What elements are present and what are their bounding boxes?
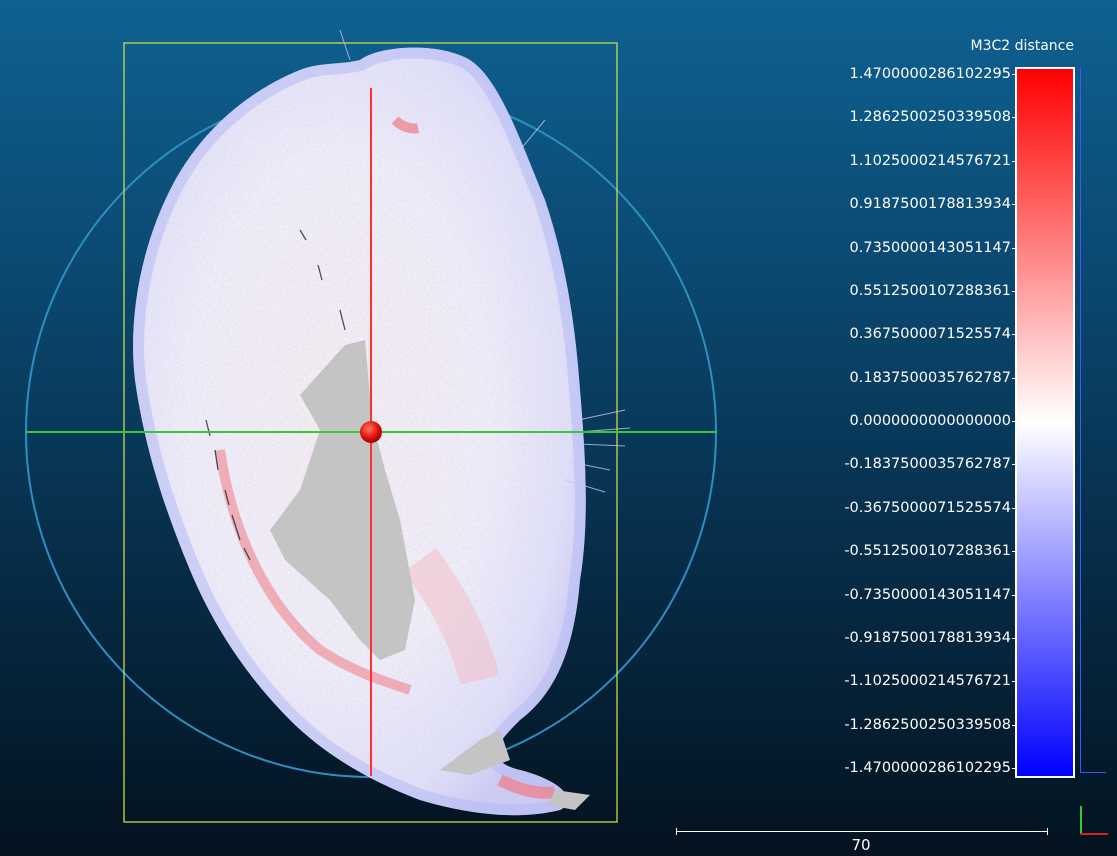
- scale-label-4: 0.7350000143051147: [849, 239, 1011, 256]
- scale-bar-label: 70: [851, 836, 871, 854]
- scale-label-3: 0.9187500178813934: [849, 196, 1011, 213]
- scale-label-13: -0.9187500178813934: [844, 629, 1011, 646]
- scale-bar: [676, 828, 1048, 835]
- scale-label-11: -0.5512500107288361: [844, 543, 1011, 560]
- scale-label-5: 0.5512500107288361: [849, 282, 1011, 299]
- scale-label-0: 1.4700000286102295: [849, 66, 1011, 82]
- scale-label-1: 1.2862500250339508: [849, 109, 1011, 126]
- scale-label-16: -1.4700000286102295: [844, 760, 1011, 776]
- scale-label-15: -1.2862500250339508: [844, 716, 1011, 733]
- scale-label-9: -0.1837500035762787: [844, 456, 1011, 473]
- histogram-line: [1080, 67, 1081, 773]
- scale-label-2: 1.1025000214576721: [849, 152, 1011, 169]
- histogram-baseline: [1080, 772, 1106, 773]
- scalar-field-labels: 1.4700000286102295 1.2862500250339508 1.10…: [800, 0, 1015, 856]
- scale-label-14: -1.1025000214576721: [844, 673, 1011, 690]
- scale-label-8: 0.0000000000000000: [849, 413, 1011, 429]
- scale-label-12: -0.7350000143051147: [844, 586, 1011, 603]
- scale-label-7: 0.1837500035762787: [849, 369, 1011, 386]
- scale-label-10: -0.3675000071525574: [844, 499, 1011, 516]
- pivot-sphere-icon[interactable]: [360, 421, 382, 443]
- color-scale-bar: [1015, 67, 1075, 778]
- axes-trihedron-icon: [1080, 806, 1112, 838]
- scale-label-6: 0.3675000071525574: [849, 326, 1011, 343]
